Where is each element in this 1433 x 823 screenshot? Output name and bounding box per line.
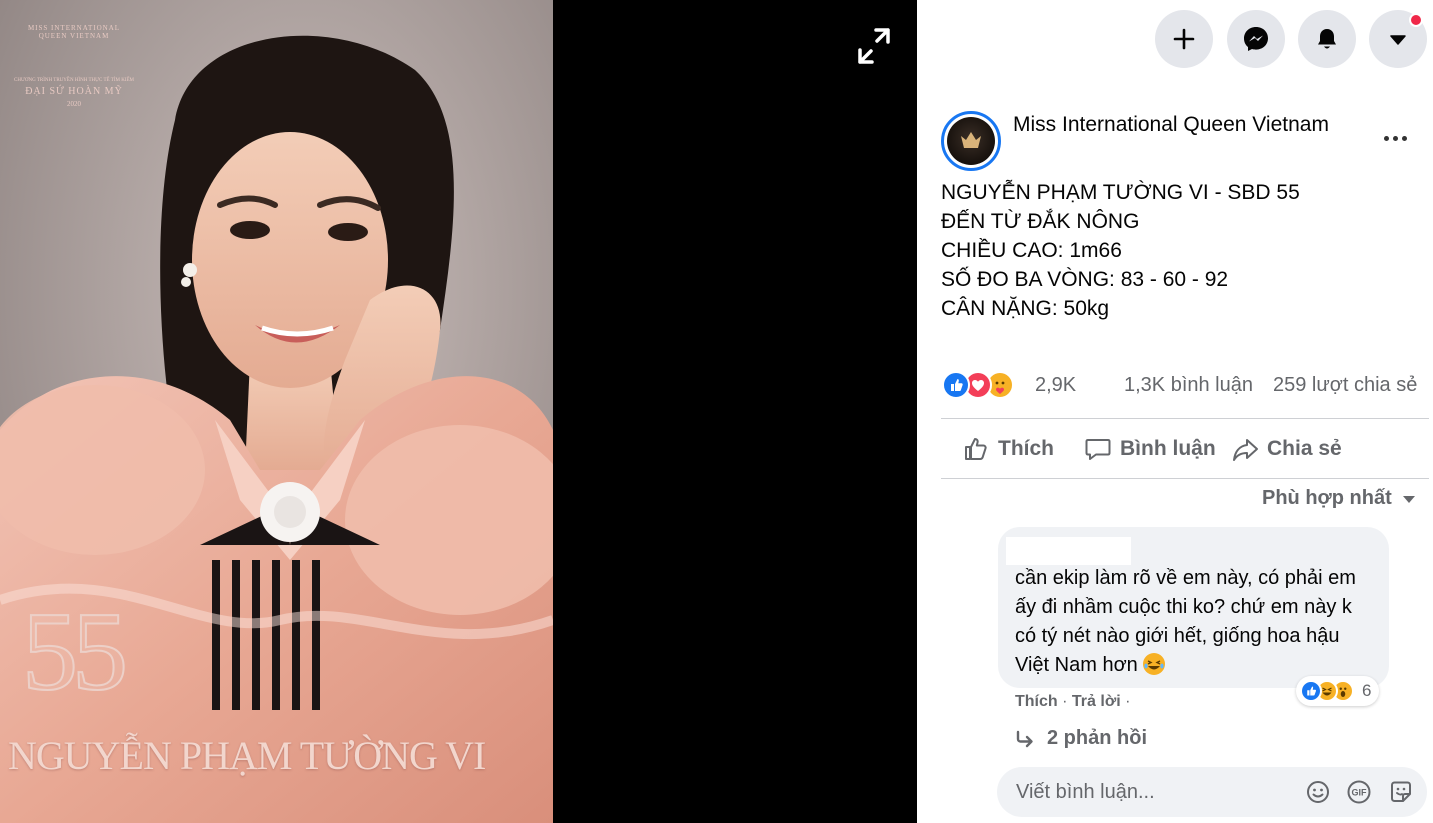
contestant-number: 55 xyxy=(21,590,129,714)
thumbs-up-icon xyxy=(965,438,987,460)
comment-reply-link[interactable]: Trả lời xyxy=(1072,693,1121,710)
messenger-button[interactable] xyxy=(1227,10,1285,68)
comment-button[interactable]: Bình luận xyxy=(1084,430,1216,468)
notification-badge xyxy=(1409,13,1423,27)
laughing-emoji-icon xyxy=(1143,653,1166,675)
caret-down-icon xyxy=(1402,495,1415,503)
gif-icon[interactable]: GIF xyxy=(1346,779,1372,805)
post-text-line: SỐ ĐO BA VÒNG: 83 - 60 - 92 xyxy=(941,268,1229,291)
crown-logo-icon xyxy=(961,132,981,148)
bell-icon xyxy=(1318,29,1336,49)
comment-bubble-icon xyxy=(1085,439,1111,460)
svg-text:GIF: GIF xyxy=(1352,788,1368,798)
view-replies-link[interactable]: 2 phản hồi xyxy=(1015,727,1147,750)
divider xyxy=(941,418,1429,419)
post-photo[interactable]: MISS INTERNATIONAL QUEEN VIETNAM CHƯƠNG … xyxy=(0,0,553,823)
expand-icon[interactable] xyxy=(852,24,896,68)
page-name[interactable]: Miss International Queen Vietnam xyxy=(1013,113,1329,137)
contest-logo-tagline: CHƯƠNG TRÌNH TRUYỀN HÌNH THỰC TẾ TÌM KIẾ… xyxy=(14,78,134,83)
comment-author-redacted xyxy=(1006,537,1131,565)
reaction-count[interactable]: 2,9K xyxy=(1035,374,1076,397)
share-arrow-icon xyxy=(1233,439,1258,461)
separator: · xyxy=(1125,693,1131,710)
dot-icon xyxy=(1384,135,1389,141)
sticker-icon[interactable] xyxy=(1388,779,1414,805)
comment-count[interactable]: 1,3K bình luận xyxy=(1124,374,1253,397)
notifications-button[interactable] xyxy=(1298,10,1356,68)
post-text-line: ĐẾN TỪ ĐẮK NÔNG xyxy=(941,210,1140,233)
divider xyxy=(941,478,1429,479)
reply-arrow-icon xyxy=(1016,730,1033,747)
dot-icon xyxy=(1402,135,1407,141)
dot-icon xyxy=(1393,135,1398,141)
separator: · xyxy=(1062,693,1068,710)
share-button-label: Chia sẻ xyxy=(1267,437,1342,460)
more-options-button[interactable] xyxy=(1384,128,1418,148)
comment-input-placeholder[interactable]: Viết bình luận... xyxy=(1016,781,1155,804)
comment-like-link[interactable]: Thích xyxy=(1015,693,1058,710)
share-button[interactable]: Chia sẻ xyxy=(1231,430,1342,468)
post-text-line: NGUYỄN PHẠM TƯỜNG VI - SBD 55 xyxy=(941,181,1300,204)
like-button[interactable]: Thích xyxy=(962,430,1054,468)
contestant-name-caption: NGUYỄN PHẠM TƯỜNG VI xyxy=(8,733,486,778)
messenger-icon xyxy=(1244,27,1268,51)
comment-reaction-count: 6 xyxy=(1362,681,1372,700)
emoji-icon[interactable] xyxy=(1305,779,1331,805)
photo-stage: MISS INTERNATIONAL QUEEN VIETNAM CHƯƠNG … xyxy=(0,0,917,823)
comment-button-label: Bình luận xyxy=(1120,437,1216,460)
comment-actions: Thích · Trả lời · xyxy=(1015,693,1130,711)
view-replies-label: 2 phản hồi xyxy=(1047,727,1147,749)
like-reaction-icon xyxy=(1300,680,1322,702)
reaction-summary-icons[interactable] xyxy=(942,371,1028,399)
comment-body: cần ekip làm rõ về em này, có phải em ấy… xyxy=(1015,567,1356,676)
contest-logo-name: ĐẠI SỨ HOÀN MỸ xyxy=(25,86,123,97)
comment-text: cần ekip làm rõ về em này, có phải em ấy… xyxy=(1015,564,1375,680)
page-avatar-logo xyxy=(947,117,995,165)
comment-reactions[interactable]: 6 xyxy=(1296,676,1380,706)
contest-logo-arc: MISS INTERNATIONAL QUEEN VIETNAM xyxy=(27,24,121,40)
share-count[interactable]: 259 lượt chia sẻ xyxy=(1273,374,1417,397)
comment-sort-dropdown[interactable]: Phù hợp nhất xyxy=(1262,487,1416,510)
post-text-line: CHIỀU CAO: 1m66 xyxy=(941,239,1122,262)
facebook-photo-viewer: MISS INTERNATIONAL QUEEN VIETNAM CHƯƠNG … xyxy=(0,0,1433,823)
plus-icon xyxy=(1173,28,1195,50)
page-avatar[interactable] xyxy=(941,111,1001,171)
caret-down-icon xyxy=(1390,35,1406,45)
post-text-line: CÂN NẶNG: 50kg xyxy=(941,297,1110,320)
post-text: NGUYỄN PHẠM TƯỜNG VI - SBD 55 ĐẾN TỪ ĐẮK… xyxy=(941,178,1300,323)
like-reaction-icon xyxy=(942,371,970,399)
contest-logo-year: 2020 xyxy=(67,100,81,108)
like-button-label: Thích xyxy=(998,437,1054,460)
comment-sort-label: Phù hợp nhất xyxy=(1262,487,1392,509)
contest-logo: MISS INTERNATIONAL QUEEN VIETNAM CHƯƠNG … xyxy=(14,24,134,108)
create-button[interactable] xyxy=(1155,10,1213,68)
